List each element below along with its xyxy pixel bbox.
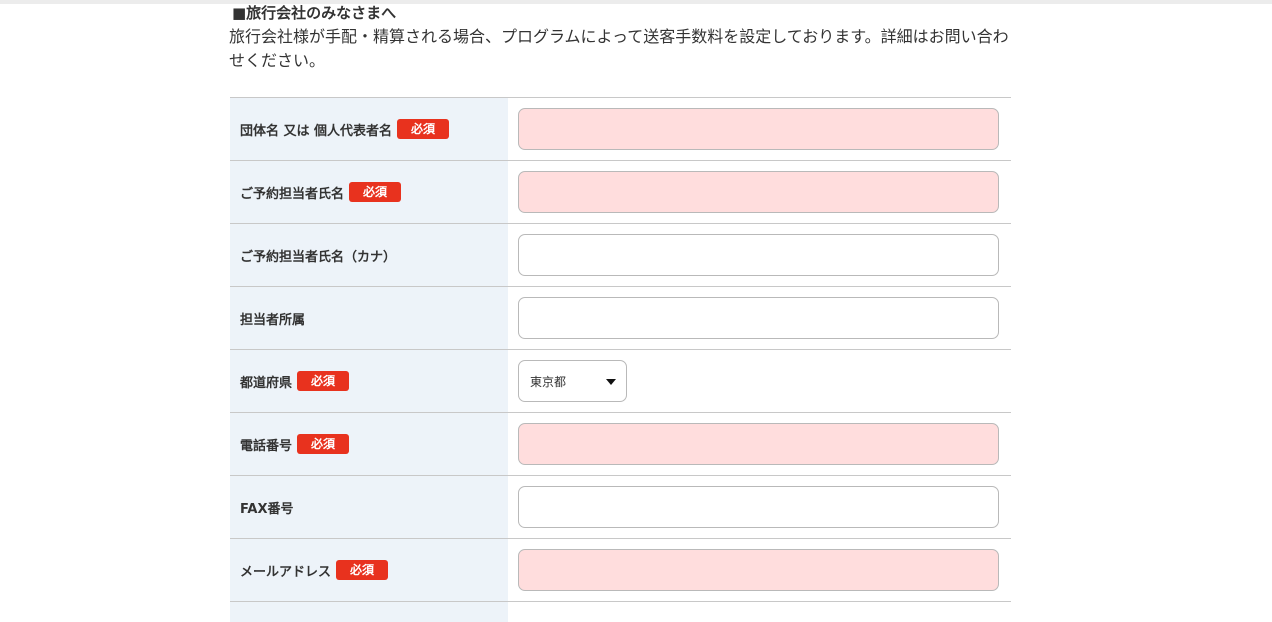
label-cell: ご予約担当者氏名 必須 (230, 161, 508, 223)
field-label-email: メールアドレス (240, 564, 332, 580)
input-cell (508, 539, 1011, 601)
label-cell: 都道府県 必須 (230, 350, 508, 412)
field-label-department: 担当者所属 (240, 312, 306, 328)
group-name-input[interactable] (518, 108, 999, 150)
input-cell (508, 413, 1011, 475)
inquiry-form-table: 団体名 又は 個人代表者名 必須 ご予約担当者氏名 必須 ご予約担当者氏名（カナ… (230, 97, 1011, 622)
form-row-email: メールアドレス 必須 (230, 539, 1011, 602)
contact-name-kana-input[interactable] (518, 234, 999, 276)
field-label-prefecture: 都道府県 (240, 375, 293, 391)
email-input[interactable] (518, 549, 999, 591)
label-cell (230, 602, 508, 622)
department-input[interactable] (518, 297, 999, 339)
field-label-contact-name: ご予約担当者氏名 (240, 186, 345, 202)
form-row-department: 担当者所属 (230, 287, 1011, 350)
form-row-phone: 電話番号 必須 (230, 413, 1011, 476)
top-border (0, 0, 1272, 4)
required-badge: 必須 (297, 371, 350, 391)
required-badge: 必須 (349, 182, 402, 202)
form-row-group-name: 団体名 又は 個人代表者名 必須 (230, 98, 1011, 161)
intro-text: 旅行会社様が手配・精算される場合、プログラムによって送客手数料を設定しております… (229, 27, 1009, 70)
field-label-contact-name-kana: ご予約担当者氏名（カナ） (240, 249, 397, 265)
label-cell: FAX番号 (230, 476, 508, 538)
section-heading: ■旅行会社のみなさまへ (232, 4, 397, 22)
required-badge: 必須 (397, 119, 450, 139)
field-label-group-name: 団体名 又は 個人代表者名 (240, 123, 393, 139)
phone-input[interactable] (518, 423, 999, 465)
label-cell: メールアドレス 必須 (230, 539, 508, 601)
caret-down-icon (606, 379, 616, 385)
prefecture-select[interactable]: 東京都 (518, 360, 627, 402)
input-cell (508, 224, 1011, 286)
label-cell: 電話番号 必須 (230, 413, 508, 475)
input-cell (508, 161, 1011, 223)
required-badge: 必須 (336, 560, 389, 580)
label-cell: 担当者所属 (230, 287, 508, 349)
input-cell (508, 602, 1011, 622)
fax-input[interactable] (518, 486, 999, 528)
label-cell: ご予約担当者氏名（カナ） (230, 224, 508, 286)
input-cell (508, 98, 1011, 160)
form-row-contact-name-kana: ご予約担当者氏名（カナ） (230, 224, 1011, 287)
form-row-contact-name: ご予約担当者氏名 必須 (230, 161, 1011, 224)
input-cell (508, 287, 1011, 349)
label-cell: 団体名 又は 個人代表者名 必須 (230, 98, 508, 160)
form-row-next-partial (230, 602, 1011, 622)
field-label-phone: 電話番号 (240, 438, 293, 454)
field-label-fax: FAX番号 (240, 501, 294, 517)
form-row-fax: FAX番号 (230, 476, 1011, 539)
required-badge: 必須 (297, 434, 350, 454)
input-cell: 東京都 (508, 350, 1011, 412)
prefecture-selected-value: 東京都 (530, 374, 567, 389)
input-cell (508, 476, 1011, 538)
contact-name-input[interactable] (518, 171, 999, 213)
form-row-prefecture: 都道府県 必須 東京都 (230, 350, 1011, 413)
